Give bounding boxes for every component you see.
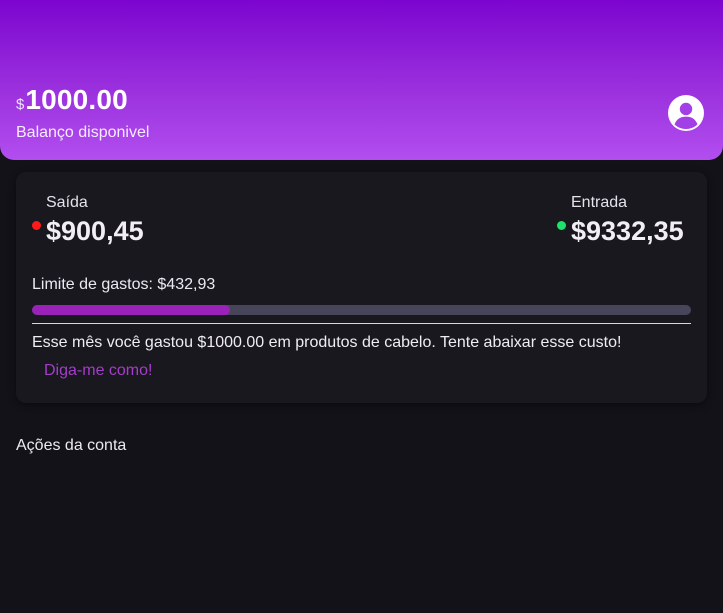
inflow-status-dot: [557, 221, 566, 230]
spending-summary-card: Saída $900,45 Entrada $9332,35 Limite de…: [16, 172, 707, 403]
outflow-value: $900,45: [46, 216, 144, 246]
spending-progress-bar: [32, 305, 691, 315]
inflow-value: $9332,35: [571, 216, 684, 246]
account-actions-title: Ações da conta: [16, 437, 127, 454]
balance-display: $ 1000.00: [16, 84, 128, 116]
balance-header: $ 1000.00 Balanço disponivel: [0, 0, 723, 160]
inflow-label: Entrada: [571, 194, 628, 211]
currency-symbol: $: [16, 96, 25, 113]
spending-limit-label: Limite de gastos: $432,93: [32, 276, 216, 293]
inflow-summary: Entrada $9332,35: [557, 194, 684, 247]
outflow-summary: Saída $900,45: [32, 194, 144, 247]
outflow-label: Saída: [46, 194, 88, 211]
outflow-status-dot: [32, 221, 41, 230]
balance-label: Balanço disponivel: [16, 124, 150, 141]
user-circle-icon: [668, 95, 704, 131]
user-profile-button[interactable]: [668, 95, 704, 131]
divider: [32, 323, 691, 324]
spending-tip-message: Esse mês você gastou $1000.00 em produto…: [32, 334, 622, 351]
spending-progress-fill: [32, 305, 230, 315]
balance-amount: 1000.00: [25, 84, 128, 115]
tell-me-how-link[interactable]: Diga-me como!: [44, 362, 152, 380]
